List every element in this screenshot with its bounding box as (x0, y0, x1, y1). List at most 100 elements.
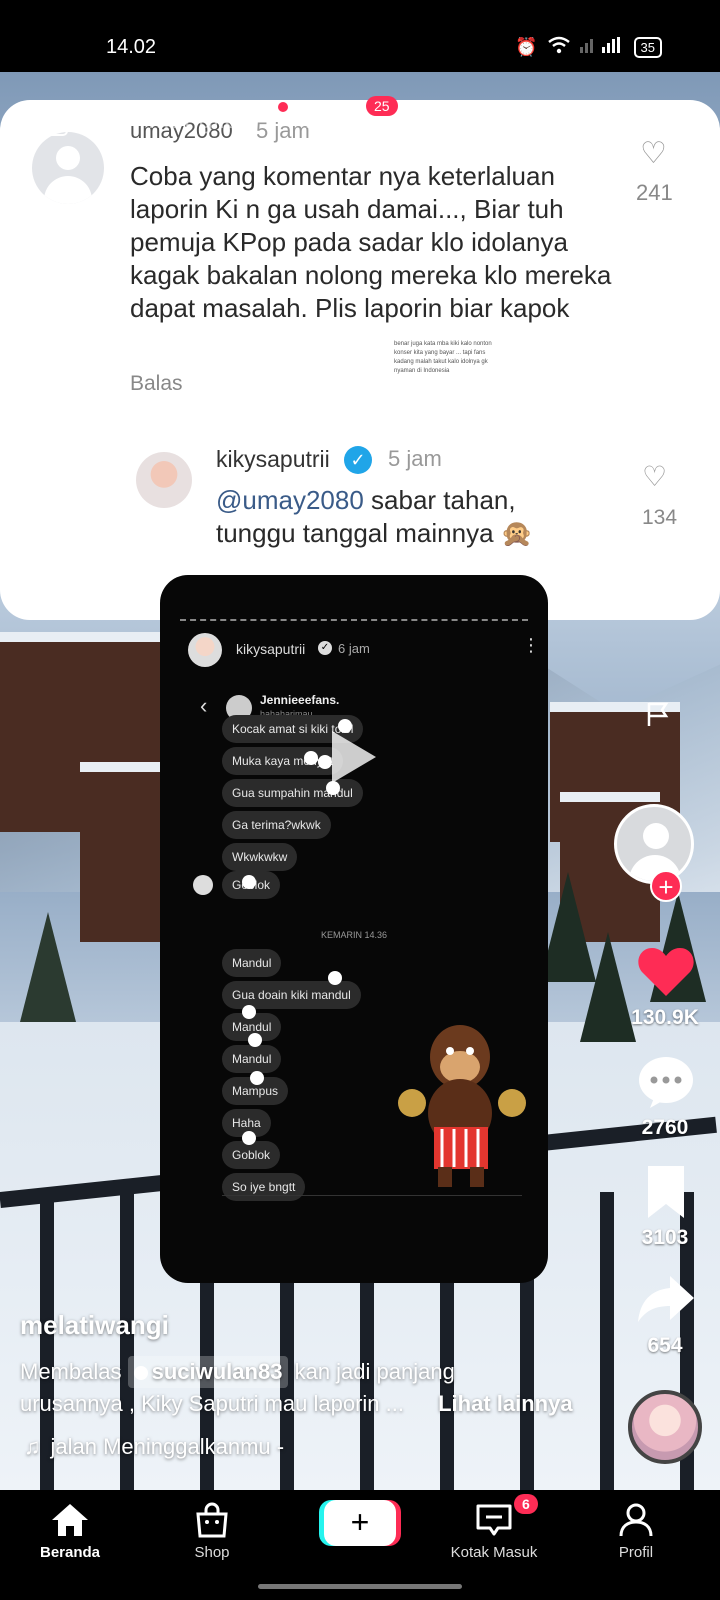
bottom-navigation: Beranda Shop + Kotak Masuk 6 Profil (0, 1490, 720, 1600)
pine-tree (20, 912, 76, 1022)
caption-text-1: kan jadi panjang (294, 1359, 455, 1384)
embedded-avatar (188, 633, 222, 667)
censor-dot (242, 1005, 256, 1019)
nav-inbox-label: Kotak Masuk (450, 1544, 538, 1561)
censor-dot (242, 875, 256, 889)
chat-bubble: Wkwkwkw (222, 843, 298, 871)
nav-shop[interactable]: Shop (152, 1502, 272, 1561)
reply-avatar (136, 452, 192, 508)
back-chevron-icon: ‹ (200, 693, 208, 718)
monkey-sticker-icon (398, 1025, 526, 1187)
create-button[interactable]: + (324, 1500, 396, 1546)
chat-bubble: Mandul (222, 1045, 282, 1073)
music-row[interactable]: ♫ jalan Meninggalkanmu - (24, 1434, 284, 1460)
comment-count: 2760 (641, 1116, 689, 1139)
nav-inbox[interactable]: Kotak Masuk (434, 1502, 554, 1561)
bookmark-icon[interactable] (636, 1164, 696, 1220)
alarm-icon: ⏰ (515, 37, 538, 57)
divider-line (180, 619, 528, 621)
censor-dot (248, 1033, 262, 1047)
nav-shop-label: Shop (194, 1544, 230, 1561)
caption-text-2: urusannya , Kiky Saputri mau laporin ... (20, 1391, 404, 1416)
reply-heart-icon: ♡ (642, 461, 668, 492)
censor-dot (326, 781, 340, 795)
inbox-badge: 6 (514, 1494, 538, 1514)
chat-name: Jennieeefans. (260, 693, 340, 707)
share-count: 654 (647, 1334, 683, 1357)
censor-dot (304, 751, 318, 765)
embedded-verified-icon: ✓ (318, 641, 332, 655)
top-navigation: LIVE Mengikuti Teman 25 Untuk Anda (0, 96, 720, 160)
mention-avatar-icon (133, 1366, 148, 1381)
nav-profile-label: Profil (618, 1544, 654, 1561)
verified-badge-icon: ✓ (344, 446, 372, 474)
sender-avatar (193, 875, 213, 895)
caption-prefix: Membalas (20, 1359, 122, 1384)
censor-dot (318, 755, 332, 769)
report-flag-icon[interactable] (644, 700, 672, 728)
comment-bubble-icon[interactable] (636, 1054, 696, 1110)
save-count: 3103 (641, 1226, 689, 1249)
chat-bubble: Ga terima?wkwk (222, 811, 331, 839)
chat-date-divider: KEMARIN 14.36 (320, 930, 388, 940)
see-more-link[interactable]: Lihat lainnya (438, 1391, 572, 1416)
like-count: 130.9K (631, 1006, 699, 1029)
like-heart-icon[interactable] (636, 944, 696, 1000)
chat-bubble: Gua doain kiki mandul (222, 981, 361, 1009)
comment-screenshot-overlay: umay2080 5 jam Coba yang komentar nya ke… (0, 100, 720, 620)
tab-teman-badge: 25 (366, 96, 398, 116)
active-tab-underline (474, 148, 512, 152)
nav-profile[interactable]: Profil (576, 1502, 696, 1561)
chat-baseline (222, 1195, 522, 1196)
mention-username: suciwulan83 (151, 1359, 283, 1384)
mention-chip[interactable]: suciwulan83 (127, 1356, 289, 1388)
search-icon[interactable] (652, 102, 688, 138)
reply-text: @umay2080 sabar tahan, tunggu tanggal ma… (216, 484, 596, 550)
follow-button[interactable]: + (650, 870, 682, 902)
status-icons: ⏰ 35 (515, 36, 662, 59)
reply-mention: @umay2080 (216, 485, 364, 515)
tab-mengikuti[interactable]: Mengikuti (148, 104, 259, 135)
battery-icon: 35 (633, 37, 662, 58)
censor-dot (242, 1131, 256, 1145)
status-bar: 14.02 ⏰ 35 (0, 0, 720, 72)
chat-bubble: Gua sumpahin mandul (222, 779, 363, 807)
comment-text: Coba yang komentar nya keterlaluan lapor… (130, 161, 612, 323)
profile-icon (619, 1503, 653, 1537)
embedded-dm-screenshot: kikysaputrii ✓ 6 jam ⋮ ‹ Jennieeefans. h… (160, 575, 548, 1283)
embedded-time: 6 jam (338, 641, 370, 656)
music-disc-avatar[interactable] (628, 1390, 702, 1464)
music-note-icon: ♫ (24, 1434, 41, 1459)
chat-bubble: Goblok (222, 1141, 281, 1169)
home-icon (52, 1504, 88, 1536)
home-indicator (258, 1584, 462, 1589)
embedded-username: kikysaputrii (236, 641, 306, 657)
comment-like-count: 241 (636, 180, 673, 205)
shop-icon (196, 1502, 228, 1538)
tab-mengikuti-dot (278, 102, 288, 112)
chat-bubble: So iye bngtt (222, 1173, 306, 1201)
wifi-icon (547, 36, 570, 59)
inbox-icon (476, 1504, 512, 1536)
censor-dot (250, 1071, 264, 1085)
chat-bubble: Mandul (222, 949, 282, 977)
nav-home[interactable]: Beranda (10, 1502, 130, 1561)
more-options-icon: ⋮ (522, 635, 540, 655)
share-arrow-icon[interactable] (636, 1272, 696, 1328)
signal-icon (579, 37, 624, 58)
video-caption[interactable]: Membalas suciwulan83 kan jadi panjang ur… (20, 1356, 580, 1420)
tiny-comment-note: benar juga kata mba kiki kalo nonton kon… (394, 341, 492, 374)
censor-dot (328, 971, 342, 985)
tab-untuk-anda[interactable]: Untuk Anda (408, 104, 553, 135)
creator-avatar[interactable] (614, 804, 694, 884)
live-icon[interactable]: LIVE (28, 104, 68, 136)
comment-reply-label: Balas (130, 372, 183, 395)
status-time: 14.02 (106, 36, 157, 58)
play-icon[interactable] (332, 731, 376, 783)
reply-username: kikysaputrii (216, 446, 330, 472)
author-username[interactable]: melatiwangi (20, 1310, 169, 1341)
reply-time: 5 jam (388, 446, 442, 471)
reply-like-count: 134 (642, 506, 678, 529)
music-title: jalan Meninggalkanmu - (50, 1434, 285, 1459)
nav-home-label: Beranda (39, 1544, 101, 1561)
